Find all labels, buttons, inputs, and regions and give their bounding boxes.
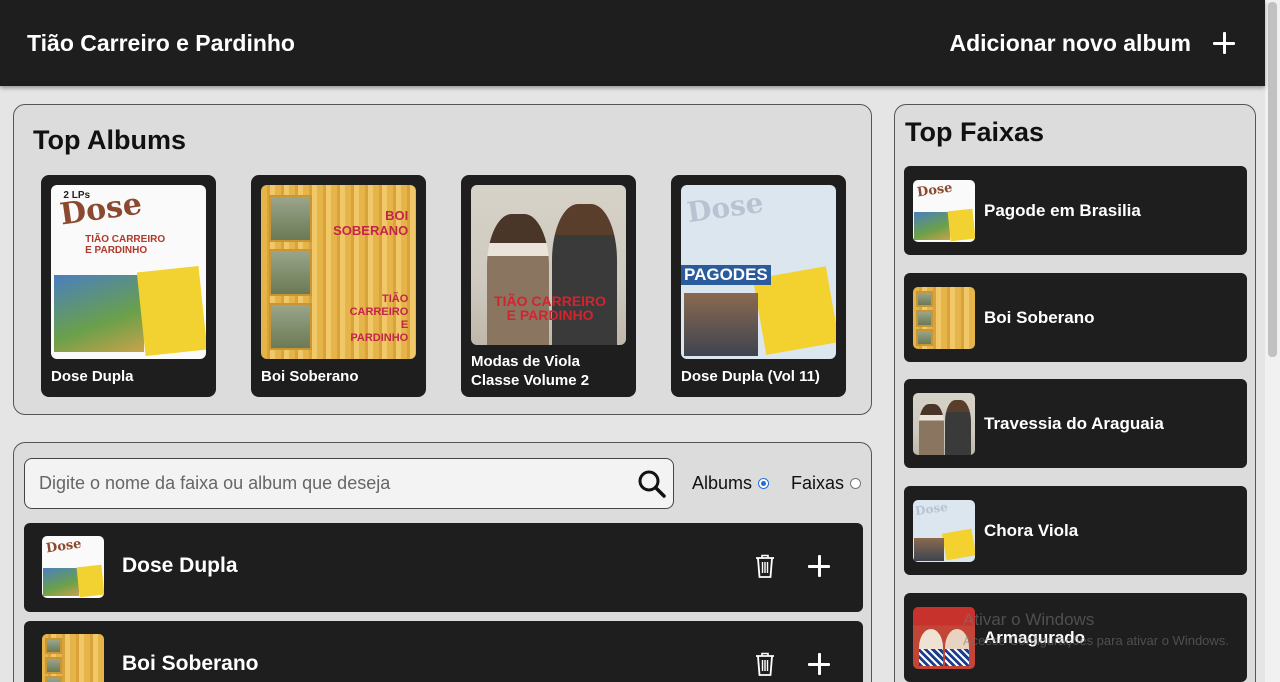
radio-albums-label: Albums (692, 473, 753, 493)
track-title: Boi Soberano (984, 308, 1095, 327)
radio-albums-input[interactable] (758, 478, 770, 489)
track-thumbnail: Dose (913, 500, 975, 562)
album-thumbnail (42, 634, 104, 682)
album-title: Dose Dupla (Vol 11) (681, 368, 820, 385)
album-title: Modas de Viola Classe Volume 2 (471, 353, 590, 389)
plus-icon (1213, 32, 1235, 54)
track-title: Chora Viola (984, 521, 1079, 540)
album-title: Dose Dupla (51, 368, 134, 385)
album-title: Boi Soberano (261, 368, 359, 385)
album-card[interactable]: 2 LPs Dose TIÃO CARREIRO E PARDINHO Dose… (41, 175, 216, 397)
track-title: Pagode em Brasilia (984, 201, 1141, 220)
track-item[interactable]: Dose Chora Viola (904, 486, 1247, 575)
cover-text: BOI SOBERANO (333, 207, 409, 239)
trash-icon[interactable] (754, 553, 776, 579)
radio-faixas-input[interactable] (850, 478, 862, 489)
track-thumbnail (913, 607, 975, 669)
track-thumbnail (913, 287, 975, 349)
search-box (24, 458, 674, 509)
search-icon[interactable] (637, 469, 667, 499)
album-thumbnail: Dose (42, 536, 104, 598)
track-thumbnail: Dose (913, 180, 975, 242)
album-cover: 2 LPs Dose TIÃO CARREIRO E PARDINHO (51, 185, 206, 359)
radio-faixas[interactable]: Faixas (791, 473, 862, 494)
cover-text: PAGODES (681, 265, 771, 286)
list-item[interactable]: Dose Dose Dupla (24, 523, 863, 612)
track-item[interactable]: Boi Soberano (904, 273, 1247, 362)
top-tracks-panel: Top Faixas Dose Pagode em Brasilia Boi S… (894, 104, 1256, 682)
radio-albums[interactable]: Albums (692, 473, 770, 494)
album-cover: TIÃO CARREIRO E PARDINHO (471, 185, 626, 345)
trash-icon[interactable] (754, 651, 776, 677)
track-item[interactable]: Travessia do Araguaia (904, 379, 1247, 468)
add-album-label: Adicionar novo album (949, 29, 1191, 56)
page-scrollbar[interactable] (1265, 0, 1280, 682)
cover-text: TIÃO CARREIRO E PARDINHO (85, 233, 166, 256)
cover-text: Dose (685, 185, 766, 229)
album-cover: BOI SOBERANO TIÃO CARREIRO E PARDINHO (261, 185, 416, 359)
scrollbar-thumb[interactable] (1268, 2, 1277, 357)
top-albums-heading: Top Albums (33, 125, 186, 155)
cover-text: Dose (58, 186, 145, 233)
cover-text: TIÃO CARREIRO E PARDINHO (349, 292, 409, 345)
album-cover: Dose PAGODES (681, 185, 836, 359)
album-card[interactable]: BOI SOBERANO TIÃO CARREIRO E PARDINHO Bo… (251, 175, 426, 397)
top-tracks-heading: Top Faixas (905, 117, 1045, 147)
add-to-favorites-icon[interactable] (808, 555, 830, 577)
add-album-button[interactable]: Adicionar novo album (949, 30, 1235, 57)
cover-text: Dose (914, 500, 950, 519)
search-input[interactable] (25, 459, 625, 508)
page-title: Tião Carreiro e Pardinho (27, 29, 295, 56)
album-card[interactable]: Dose PAGODES Dose Dupla (Vol 11) (671, 175, 846, 397)
cover-text: TIÃO CARREIRO E PARDINHO (494, 292, 607, 324)
radio-faixas-label: Faixas (791, 473, 845, 493)
track-title: Travessia do Araguaia (984, 414, 1164, 433)
cover-text: Dose (915, 180, 954, 201)
track-thumbnail (913, 393, 975, 455)
app-header: Tião Carreiro e Pardinho Adicionar novo … (0, 0, 1265, 86)
track-title: Armagurado (984, 628, 1086, 647)
list-item[interactable]: Boi Soberano (24, 621, 863, 682)
search-panel: Albums Faixas Dose Dose Dupla Boi Sobera… (13, 442, 872, 682)
track-item[interactable]: Dose Pagode em Brasilia (904, 166, 1247, 255)
top-albums-panel: Top Albums 2 LPs Dose TIÃO CARREIRO E PA… (13, 104, 872, 415)
track-item[interactable]: Armagurado (904, 593, 1247, 682)
add-to-favorites-icon[interactable] (808, 653, 830, 675)
list-item-title: Dose Dupla (122, 554, 238, 577)
list-item-title: Boi Soberano (122, 652, 259, 675)
album-card[interactable]: TIÃO CARREIRO E PARDINHO Modas de Viola … (461, 175, 636, 397)
cover-text: Dose (44, 536, 83, 557)
